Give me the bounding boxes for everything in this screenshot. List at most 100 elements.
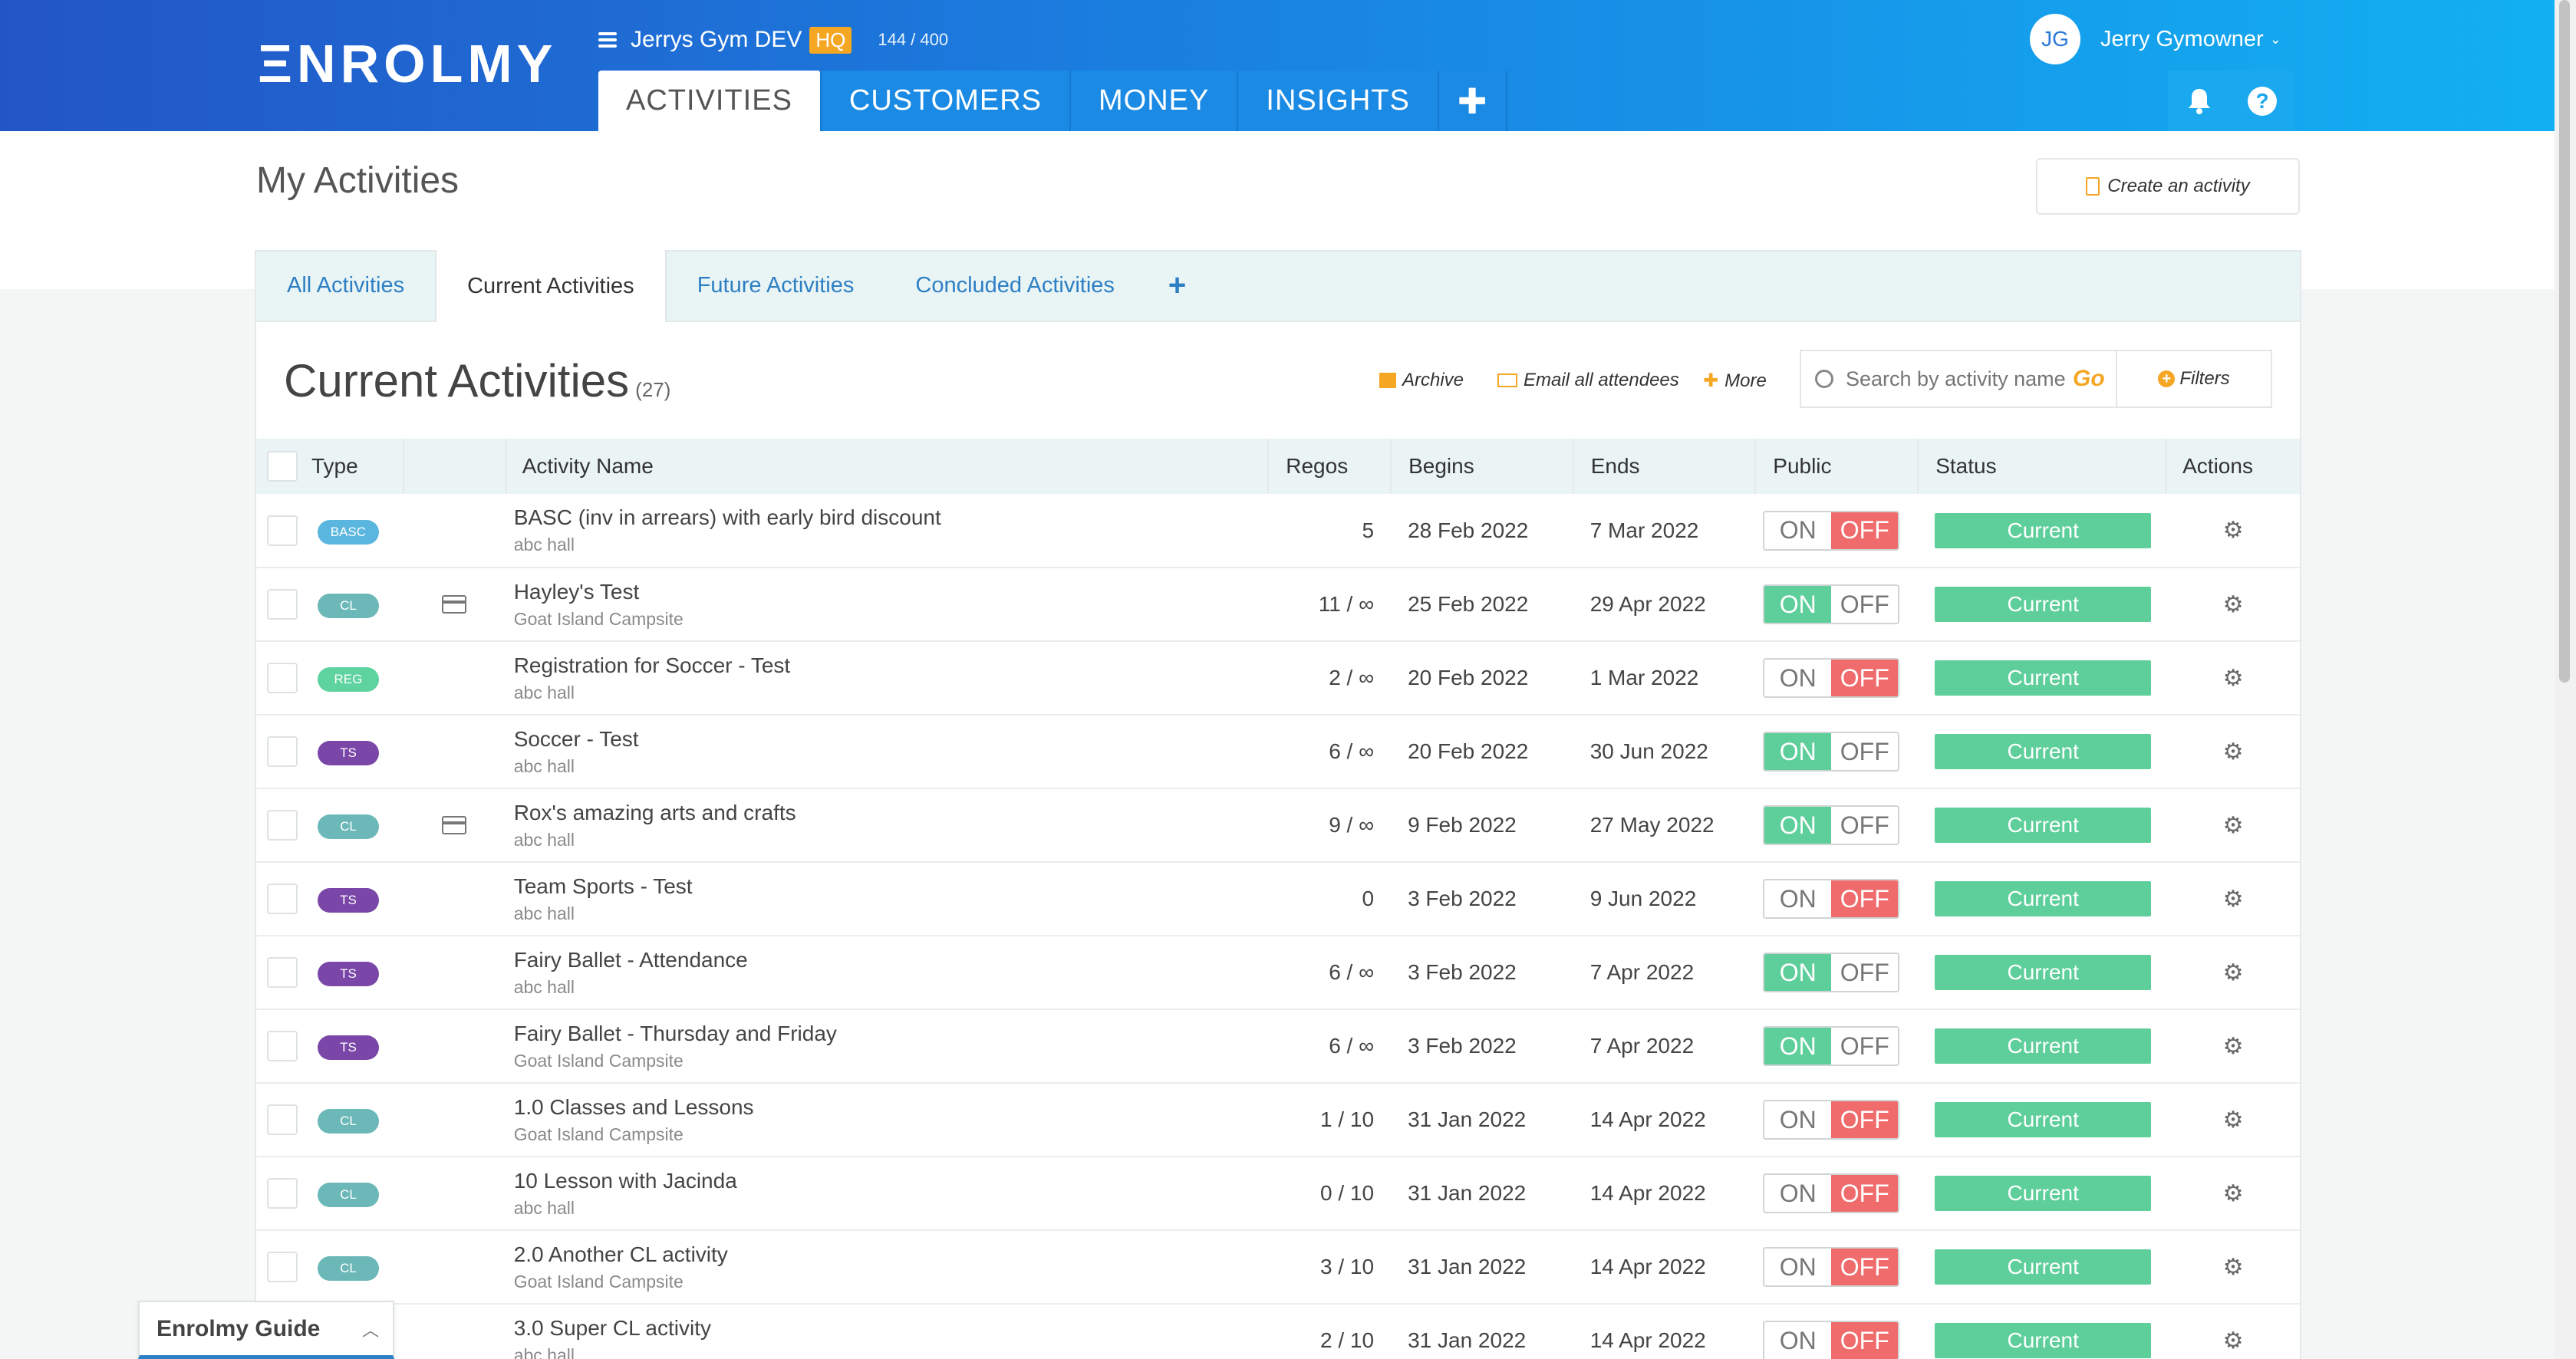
help-icon[interactable]: ? xyxy=(2231,71,2294,131)
row-checkbox[interactable] xyxy=(267,736,298,767)
toggle-on[interactable]: ON xyxy=(1764,1175,1832,1212)
org-switcher[interactable]: Jerrys Gym DEV HQ 144 / 400 xyxy=(598,23,948,57)
table-row[interactable]: CL 10 Lesson with Jacinda abc hall 0 / 10 31… xyxy=(256,1157,2300,1230)
user-name[interactable]: Jerry Gymowner xyxy=(2100,27,2264,52)
activity-name-link[interactable]: Rox's amazing arts and crafts xyxy=(514,801,1269,825)
col-begins[interactable]: Begins xyxy=(1390,439,1573,494)
table-row[interactable]: REG Registration for Soccer - Test abc hal… xyxy=(256,641,2300,715)
col-regos[interactable]: Regos xyxy=(1267,439,1392,494)
toggle-off[interactable]: OFF xyxy=(1831,586,1899,623)
search-input[interactable] xyxy=(1846,367,2068,391)
activity-name-link[interactable]: Team Sports - Test xyxy=(514,874,1269,899)
toggle-on[interactable]: ON xyxy=(1764,1101,1832,1138)
table-row[interactable]: TS Fairy Ballet - Attendance abc hall 6 / ∞… xyxy=(256,936,2300,1009)
activity-name-link[interactable]: 10 Lesson with Jacinda xyxy=(514,1169,1269,1193)
avatar[interactable]: JG xyxy=(2030,14,2080,64)
public-toggle[interactable]: ON OFF xyxy=(1763,584,1900,624)
activity-name-link[interactable]: 3.0 Super CL activity xyxy=(514,1316,1269,1341)
row-checkbox[interactable] xyxy=(267,1031,298,1061)
toggle-off[interactable]: OFF xyxy=(1831,1249,1899,1285)
table-row[interactable]: CL 1.0 Classes and Lessons Goat Island Cam… xyxy=(256,1083,2300,1157)
bell-icon[interactable] xyxy=(2168,71,2231,131)
activity-name-link[interactable]: Fairy Ballet - Attendance xyxy=(514,948,1269,972)
col-activity-name[interactable]: Activity Name xyxy=(505,439,1269,494)
toggle-on[interactable]: ON xyxy=(1764,807,1832,844)
nav-add-button[interactable]: ✚ xyxy=(1438,71,1508,131)
public-toggle[interactable]: ON OFF xyxy=(1763,1026,1900,1066)
toggle-on[interactable]: ON xyxy=(1764,1028,1832,1064)
table-row[interactable]: TS Fairy Ballet - Thursday and Friday Goat… xyxy=(256,1009,2300,1083)
row-checkbox[interactable] xyxy=(267,810,298,841)
table-row[interactable]: BASC BASC (inv in arrears) with early bir… xyxy=(256,494,2300,568)
table-row[interactable]: TS Soccer - Test abc hall 6 / ∞ 20 Feb 2022 3… xyxy=(256,715,2300,788)
row-checkbox[interactable] xyxy=(267,957,298,988)
nav-tab-customers[interactable]: CUSTOMERS xyxy=(821,71,1072,131)
activity-name-link[interactable]: Soccer - Test xyxy=(514,727,1269,752)
table-row[interactable]: CL 2.0 Another CL activity Goat Island Cam… xyxy=(256,1230,2300,1304)
gear-icon[interactable]: ⚙ xyxy=(2223,591,2244,618)
public-toggle[interactable]: ON OFF xyxy=(1763,510,1900,551)
toggle-off[interactable]: OFF xyxy=(1831,1101,1899,1138)
toggle-off[interactable]: OFF xyxy=(1831,880,1899,917)
public-toggle[interactable]: ON OFF xyxy=(1763,805,1900,845)
toggle-off[interactable]: OFF xyxy=(1831,512,1899,549)
public-toggle[interactable]: ON OFF xyxy=(1763,1173,1900,1213)
toggle-on[interactable]: ON xyxy=(1764,954,1832,991)
col-public[interactable]: Public xyxy=(1754,439,1919,494)
toggle-on[interactable]: ON xyxy=(1764,733,1832,770)
col-status[interactable]: Status xyxy=(1917,439,2167,494)
toggle-on[interactable]: ON xyxy=(1764,1249,1832,1285)
row-checkbox[interactable] xyxy=(267,589,298,620)
create-activity-button[interactable]: Create an activity xyxy=(2036,158,2300,215)
select-all-checkbox[interactable] xyxy=(267,451,298,482)
gear-icon[interactable]: ⚙ xyxy=(2223,1328,2244,1354)
public-toggle[interactable]: ON OFF xyxy=(1763,1321,1900,1359)
public-toggle[interactable]: ON OFF xyxy=(1763,953,1900,992)
enrolmy-logo[interactable]: ΞNROLMY xyxy=(258,37,557,90)
add-tab-button[interactable]: + xyxy=(1145,250,1209,321)
table-row[interactable]: CL Hayley's Test Goat Island Campsite 11 / … xyxy=(256,568,2300,641)
activity-name-link[interactable]: BASC (inv in arrears) with early bird di… xyxy=(514,505,1269,530)
toggle-off[interactable]: OFF xyxy=(1831,1322,1899,1359)
tab-concluded-activities[interactable]: Concluded Activities xyxy=(884,250,1145,321)
gear-icon[interactable]: ⚙ xyxy=(2223,739,2244,765)
tab-current-activities[interactable]: Current Activities xyxy=(435,250,667,322)
row-checkbox[interactable] xyxy=(267,663,298,693)
toggle-off[interactable]: OFF xyxy=(1831,1175,1899,1212)
chevron-down-icon[interactable]: ⌄ xyxy=(2270,31,2281,48)
gear-icon[interactable]: ⚙ xyxy=(2223,812,2244,839)
gear-icon[interactable]: ⚙ xyxy=(2223,1180,2244,1207)
gear-icon[interactable]: ⚙ xyxy=(2223,1107,2244,1134)
search-go-button[interactable]: Go xyxy=(2073,366,2105,392)
toggle-on[interactable]: ON xyxy=(1764,880,1832,917)
gear-icon[interactable]: ⚙ xyxy=(2223,959,2244,986)
tab-all-activities[interactable]: All Activities xyxy=(256,250,435,321)
filters-button[interactable]: + Filters xyxy=(2116,350,2272,408)
nav-tab-money[interactable]: MONEY xyxy=(1071,71,1239,131)
gear-icon[interactable]: ⚙ xyxy=(2223,665,2244,692)
toggle-off[interactable]: OFF xyxy=(1831,660,1899,696)
nav-tab-insights[interactable]: INSIGHTS xyxy=(1238,71,1439,131)
gear-icon[interactable]: ⚙ xyxy=(2223,886,2244,913)
hamburger-menu-icon[interactable] xyxy=(598,32,617,48)
public-toggle[interactable]: ON OFF xyxy=(1763,732,1900,772)
toggle-off[interactable]: OFF xyxy=(1831,733,1899,770)
archive-button[interactable]: Archive xyxy=(1379,370,1464,391)
public-toggle[interactable]: ON OFF xyxy=(1763,1247,1900,1287)
chevron-up-icon[interactable]: ︿ xyxy=(362,1317,379,1341)
public-toggle[interactable]: ON OFF xyxy=(1763,879,1900,919)
public-toggle[interactable]: ON OFF xyxy=(1763,1100,1900,1140)
activity-name-link[interactable]: 1.0 Classes and Lessons xyxy=(514,1095,1269,1120)
email-all-button[interactable]: Email all attendees xyxy=(1497,370,1679,391)
col-ends[interactable]: Ends xyxy=(1572,439,1756,494)
toggle-on[interactable]: ON xyxy=(1764,512,1832,549)
row-checkbox[interactable] xyxy=(267,1252,298,1282)
gear-icon[interactable]: ⚙ xyxy=(2223,1033,2244,1060)
activity-name-link[interactable]: 2.0 Another CL activity xyxy=(514,1242,1269,1267)
user-menu[interactable]: JG Jerry Gymowner ⌄ xyxy=(2030,14,2281,64)
toggle-off[interactable]: OFF xyxy=(1831,807,1899,844)
scrollbar-thumb[interactable] xyxy=(2559,0,2570,683)
toggle-on[interactable]: ON xyxy=(1764,586,1832,623)
row-checkbox[interactable] xyxy=(267,1104,298,1135)
col-type[interactable]: Type xyxy=(311,439,404,494)
